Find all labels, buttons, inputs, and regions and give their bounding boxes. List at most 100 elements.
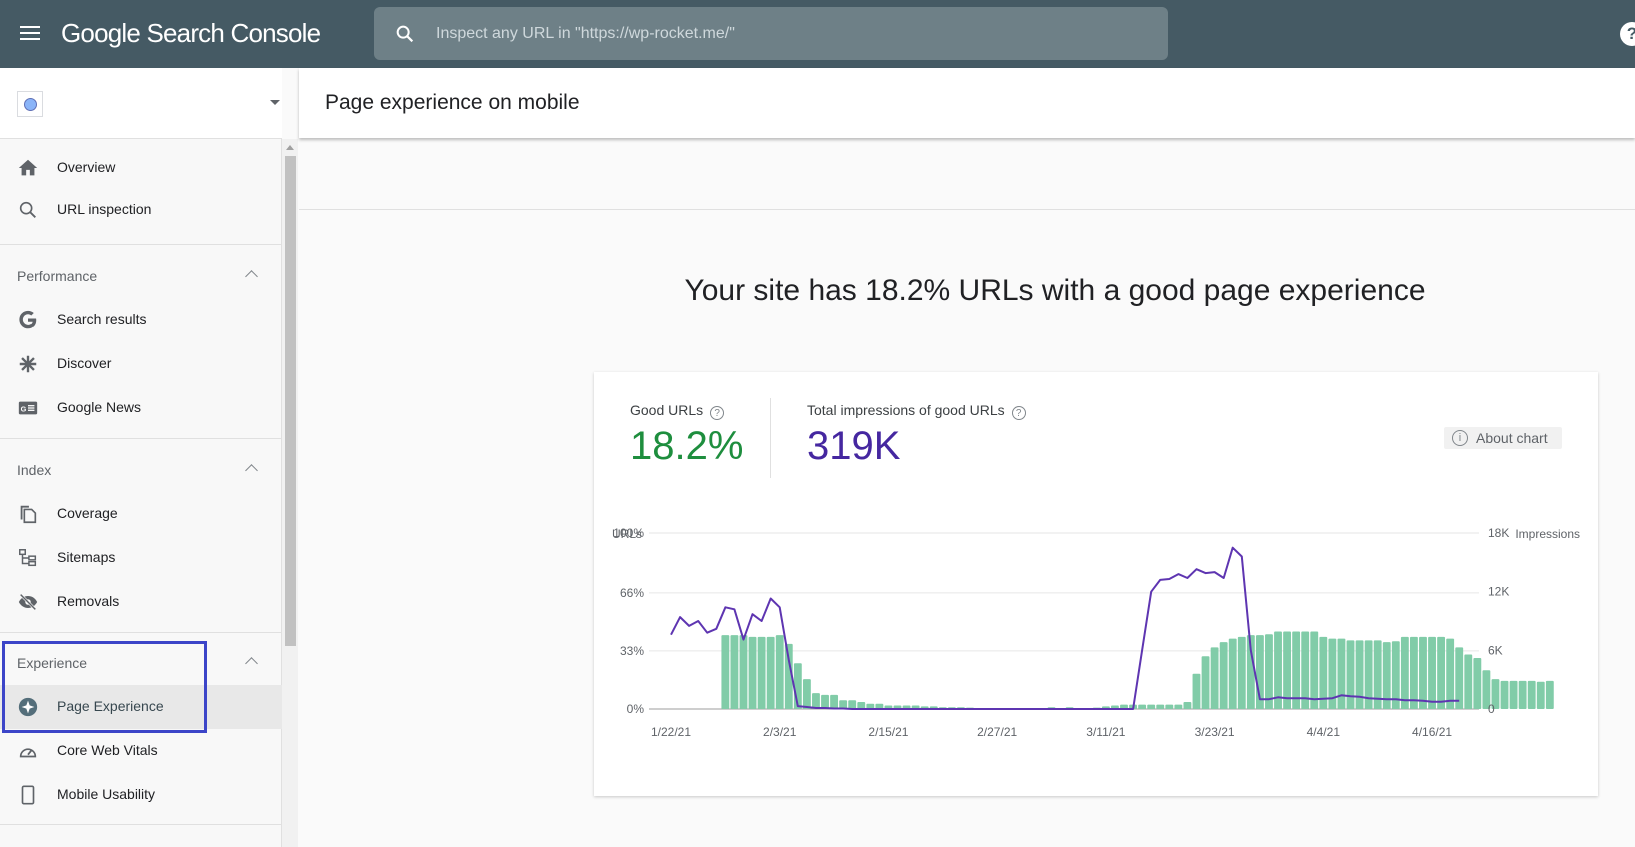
section-title: Performance (17, 268, 98, 284)
left-tick-label: 66% (620, 586, 644, 600)
bar (757, 636, 766, 709)
bar (1437, 636, 1446, 709)
bar (721, 635, 730, 709)
bar (1138, 704, 1147, 709)
x-tick-label: 2/27/21 (977, 725, 1017, 739)
x-tick-label: 1/22/21 (651, 725, 691, 739)
bar (857, 701, 866, 709)
sidebar-item-label: Page Experience (57, 698, 164, 714)
summary-headline: Your site has 18.2% URLs with a good pag… (684, 274, 1426, 307)
copy-icon (20, 505, 37, 524)
bar (1147, 704, 1156, 709)
phone-icon (21, 785, 35, 805)
bar (812, 693, 820, 709)
section-performance[interactable]: Performance (0, 254, 282, 298)
page-experience-icon (18, 697, 38, 717)
help-icon[interactable]: ? (1620, 22, 1635, 46)
sidebar-item-sitemaps[interactable]: Sitemaps (0, 536, 282, 580)
sidebar-item-label: Coverage (57, 505, 118, 521)
sidebar-item-discover[interactable]: Discover (0, 342, 282, 386)
x-tick-label: 2/15/21 (868, 725, 908, 739)
left-tick-label: 0% (627, 702, 645, 716)
bar (821, 694, 829, 709)
bar (830, 694, 839, 709)
sidebar-item-label: Mobile Usability (57, 786, 156, 802)
bar (1337, 638, 1346, 709)
right-tick-label: 6K (1488, 643, 1503, 657)
sidebar-item-url-inspection[interactable]: URL inspection (0, 188, 282, 232)
chevron-up-icon[interactable] (245, 657, 258, 670)
section-title: Experience (17, 655, 88, 671)
bar (1500, 680, 1509, 709)
chevron-up-icon[interactable] (245, 464, 258, 477)
section-experience[interactable]: Experience (0, 641, 282, 685)
section-index[interactable]: Index (0, 448, 282, 492)
bar (1400, 636, 1409, 709)
chart-card: Good URLs? 18.2% Total impressions of go… (594, 372, 1598, 796)
sidebar-item-label: Discover (57, 355, 112, 371)
sidebar-scrollbar[interactable] (282, 139, 298, 847)
bar (775, 635, 784, 709)
sidebar-item-label: Core Web Vitals (57, 742, 158, 758)
sidebar-item-search-results[interactable]: Search results (0, 298, 282, 342)
bar (1174, 704, 1183, 709)
sidebar-divider (0, 244, 282, 245)
dropdown-caret-icon[interactable] (270, 100, 280, 105)
x-tick-label: 4/16/21 (1412, 725, 1452, 739)
section-title: Index (17, 462, 52, 478)
property-name-redacted (48, 88, 208, 116)
sidebar-item-overview[interactable]: Overview (0, 146, 282, 190)
bar (1310, 631, 1319, 709)
sidebar-item-label: Search results (57, 311, 147, 327)
url-inspect-input[interactable] (436, 7, 1136, 60)
sidebar-item-mobile-usability[interactable]: Mobile Usability (0, 773, 282, 817)
property-selector[interactable] (0, 68, 282, 139)
x-tick-label: 2/3/21 (763, 725, 797, 739)
bar (848, 700, 857, 709)
sidebar-item-label: Google News (57, 399, 142, 415)
scrollbar-thumb[interactable] (285, 156, 296, 646)
bar (1419, 636, 1427, 709)
sidebar-item-google-news[interactable]: G Google News (0, 386, 282, 430)
right-tick-label: 0 (1488, 702, 1495, 716)
hamburger-menu-icon[interactable] (18, 22, 42, 46)
right-tick-label: 18K (1488, 526, 1509, 540)
google-news-icon: G (18, 401, 38, 415)
right-tick-label: 12K (1488, 585, 1509, 599)
page-title: Page experience on mobile (325, 91, 580, 114)
bar (1409, 636, 1418, 709)
urls-impressions-chart: URLs Impressions 0%33%66%100%06K12K18K1/… (612, 526, 1580, 739)
scroll-up-arrow-icon[interactable] (286, 145, 294, 150)
bar (1545, 680, 1554, 709)
bar (1536, 681, 1545, 709)
sidebar-item-core-web-vitals[interactable]: Core Web Vitals (0, 729, 282, 773)
gauge-icon (19, 748, 37, 758)
bar (748, 636, 757, 709)
right-axis-label: Impressions (1515, 527, 1580, 541)
sidebar-item-label: URL inspection (57, 201, 152, 217)
bar (1446, 638, 1455, 709)
sidebar-divider (0, 438, 282, 439)
url-inspect-search[interactable] (374, 7, 1168, 60)
sitemap-icon (19, 549, 37, 567)
bar (1192, 673, 1201, 709)
bar (739, 635, 748, 709)
bar (766, 636, 775, 709)
sidebar-item-coverage[interactable]: Coverage (0, 492, 282, 536)
x-tick-label: 3/11/21 (1086, 725, 1125, 739)
chevron-up-icon[interactable] (245, 270, 258, 283)
app-logo[interactable]: Google Search Console (61, 18, 321, 49)
bar (1228, 638, 1237, 709)
bar (730, 635, 739, 709)
svg-text:G: G (21, 405, 27, 414)
bar (1509, 680, 1518, 709)
bar (1518, 680, 1527, 709)
asterisk-icon (19, 355, 37, 373)
sidebar-item-removals[interactable]: Removals (0, 580, 282, 624)
bar (1219, 642, 1228, 709)
left-tick-label: 33% (620, 644, 644, 658)
bar (1237, 636, 1246, 709)
bar (1210, 647, 1219, 709)
sidebar-item-page-experience[interactable]: Page Experience (0, 685, 282, 729)
sidebar-item-label: Overview (57, 159, 116, 175)
